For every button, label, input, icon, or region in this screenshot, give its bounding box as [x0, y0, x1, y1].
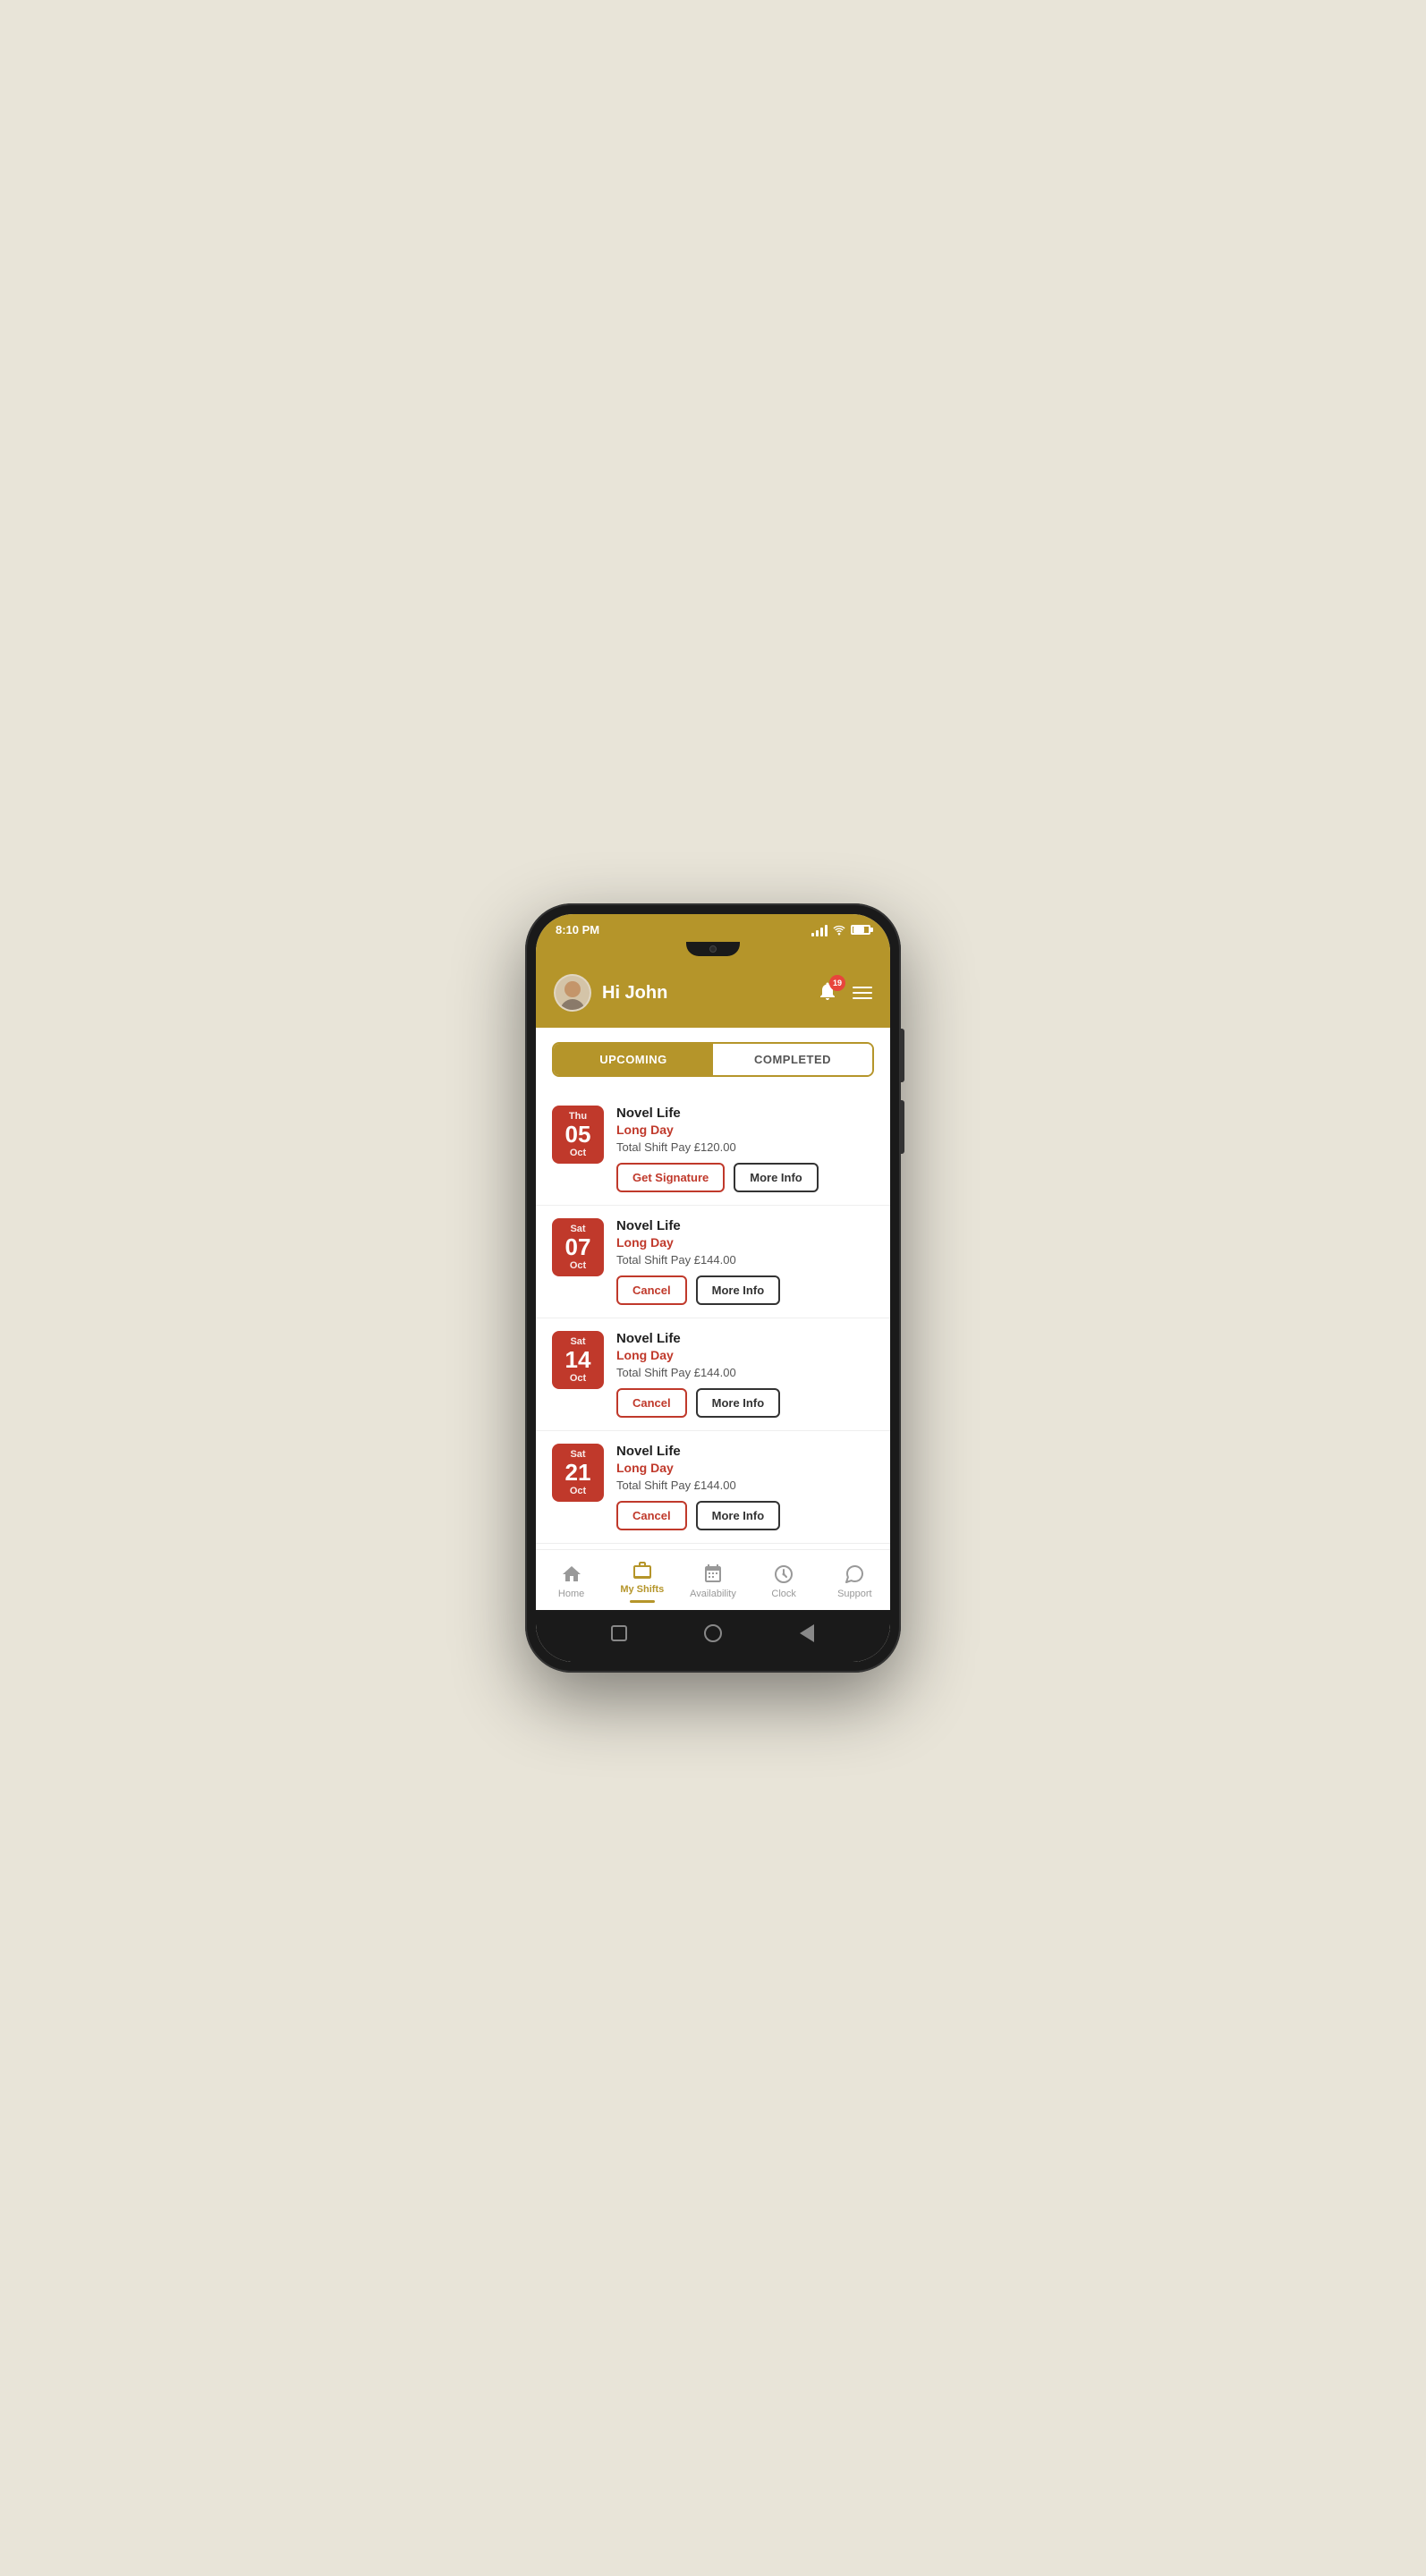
battery-icon — [851, 925, 870, 935]
shift-4-type: Long Day — [616, 1461, 874, 1475]
menu-button[interactable] — [853, 987, 872, 999]
shift-2-info: Novel Life Long Day Total Shift Pay £144… — [616, 1218, 874, 1305]
back-button[interactable] — [607, 1621, 632, 1646]
nav-label-availability: Availability — [690, 1589, 736, 1599]
nav-item-availability[interactable]: Availability — [686, 1563, 740, 1599]
shift-item-1: Thu 05 Oct Novel Life Long Day Total Shi… — [536, 1093, 890, 1206]
nav-label-home: Home — [558, 1589, 584, 1599]
volume-button — [901, 1029, 904, 1082]
tabs-container: UPCOMING COMPLETED — [536, 1028, 890, 1086]
nav-item-support[interactable]: Support — [828, 1563, 881, 1599]
date-badge-1: Thu 05 Oct — [552, 1106, 604, 1164]
nav-label-support: Support — [837, 1589, 872, 1599]
shift-3-type: Long Day — [616, 1348, 874, 1362]
get-signature-button-1[interactable]: Get Signature — [616, 1163, 725, 1192]
power-button — [901, 1100, 904, 1154]
shift-1-company: Novel Life — [616, 1106, 874, 1121]
support-icon — [844, 1563, 865, 1585]
shift-4-day: Sat — [559, 1449, 597, 1460]
shift-4-month: Oct — [559, 1486, 597, 1496]
availability-icon — [702, 1563, 724, 1585]
shift-1-actions: Get Signature More Info — [616, 1163, 874, 1192]
nav-item-my-shifts[interactable]: My Shifts — [615, 1559, 669, 1603]
shift-3-pay: Total Shift Pay £144.00 — [616, 1366, 874, 1379]
shift-2-date: 07 — [559, 1234, 597, 1260]
header-right: 19 — [817, 980, 872, 1006]
phone-bottom-bar — [536, 1610, 890, 1662]
notification-bell[interactable]: 19 — [817, 980, 838, 1006]
tabs: UPCOMING COMPLETED — [552, 1042, 874, 1077]
tab-completed[interactable]: COMPLETED — [713, 1044, 872, 1075]
date-badge-3: Sat 14 Oct — [552, 1331, 604, 1389]
nav-item-home[interactable]: Home — [545, 1563, 598, 1599]
cancel-button-3[interactable]: Cancel — [616, 1388, 687, 1418]
home-icon — [561, 1563, 582, 1585]
nav-label-my-shifts: My Shifts — [620, 1584, 664, 1595]
shift-3-company: Novel Life — [616, 1331, 874, 1346]
phone-frame: 8:10 PM — [525, 903, 901, 1673]
shift-1-month: Oct — [559, 1148, 597, 1158]
header-greeting: Hi John — [602, 983, 667, 1004]
status-icons — [811, 924, 870, 936]
notification-badge: 19 — [829, 975, 845, 991]
avatar — [554, 974, 591, 1012]
shifts-list[interactable]: Thu 05 Oct Novel Life Long Day Total Shi… — [536, 1086, 890, 1549]
shift-3-day: Sat — [559, 1336, 597, 1347]
header: Hi John 19 — [536, 963, 890, 1028]
phone-screen: 8:10 PM — [536, 914, 890, 1662]
notch — [686, 942, 740, 956]
status-bar: 8:10 PM — [536, 914, 890, 942]
shift-1-pay: Total Shift Pay £120.00 — [616, 1140, 874, 1154]
shift-item-3: Sat 14 Oct Novel Life Long Day Total Shi… — [536, 1318, 890, 1431]
shift-4-date: 21 — [559, 1460, 597, 1486]
wifi-icon — [832, 924, 846, 936]
shift-1-type: Long Day — [616, 1123, 874, 1137]
shift-2-actions: Cancel More Info — [616, 1275, 874, 1305]
bottom-nav: Home My Shifts Availability — [536, 1549, 890, 1610]
more-info-button-4[interactable]: More Info — [696, 1501, 781, 1530]
shift-2-type: Long Day — [616, 1235, 874, 1250]
clock-icon — [773, 1563, 794, 1585]
shift-3-info: Novel Life Long Day Total Shift Pay £144… — [616, 1331, 874, 1418]
header-left: Hi John — [554, 974, 667, 1012]
cancel-button-2[interactable]: Cancel — [616, 1275, 687, 1305]
date-badge-4: Sat 21 Oct — [552, 1444, 604, 1502]
shift-4-pay: Total Shift Pay £144.00 — [616, 1479, 874, 1492]
main-content: UPCOMING COMPLETED Thu 05 Oct Novel Life… — [536, 1028, 890, 1610]
cancel-button-4[interactable]: Cancel — [616, 1501, 687, 1530]
shift-4-actions: Cancel More Info — [616, 1501, 874, 1530]
shift-3-actions: Cancel More Info — [616, 1388, 874, 1418]
home-button[interactable] — [700, 1621, 726, 1646]
signal-icon — [811, 924, 828, 936]
status-time: 8:10 PM — [556, 923, 599, 936]
briefcase-icon — [632, 1559, 653, 1580]
recent-apps-button[interactable] — [794, 1621, 819, 1646]
more-info-button-2[interactable]: More Info — [696, 1275, 781, 1305]
notch-area — [536, 942, 890, 963]
shift-2-pay: Total Shift Pay £144.00 — [616, 1253, 874, 1267]
more-info-button-3[interactable]: More Info — [696, 1388, 781, 1418]
shift-3-date: 14 — [559, 1347, 597, 1373]
tab-upcoming[interactable]: UPCOMING — [554, 1044, 713, 1075]
shift-2-day: Sat — [559, 1224, 597, 1234]
shift-1-date: 05 — [559, 1122, 597, 1148]
more-info-button-1[interactable]: More Info — [734, 1163, 819, 1192]
shift-2-company: Novel Life — [616, 1218, 874, 1233]
nav-label-clock: Clock — [771, 1589, 796, 1599]
date-badge-2: Sat 07 Oct — [552, 1218, 604, 1276]
shift-1-info: Novel Life Long Day Total Shift Pay £120… — [616, 1106, 874, 1192]
nav-active-indicator — [630, 1600, 655, 1603]
shift-1-day: Thu — [559, 1111, 597, 1122]
shift-3-month: Oct — [559, 1373, 597, 1384]
camera — [709, 945, 717, 953]
shift-4-company: Novel Life — [616, 1444, 874, 1459]
shift-2-month: Oct — [559, 1260, 597, 1271]
shift-4-info: Novel Life Long Day Total Shift Pay £144… — [616, 1444, 874, 1530]
shift-item-4: Sat 21 Oct Novel Life Long Day Total Shi… — [536, 1431, 890, 1544]
shift-item-2: Sat 07 Oct Novel Life Long Day Total Shi… — [536, 1206, 890, 1318]
nav-item-clock[interactable]: Clock — [757, 1563, 811, 1599]
